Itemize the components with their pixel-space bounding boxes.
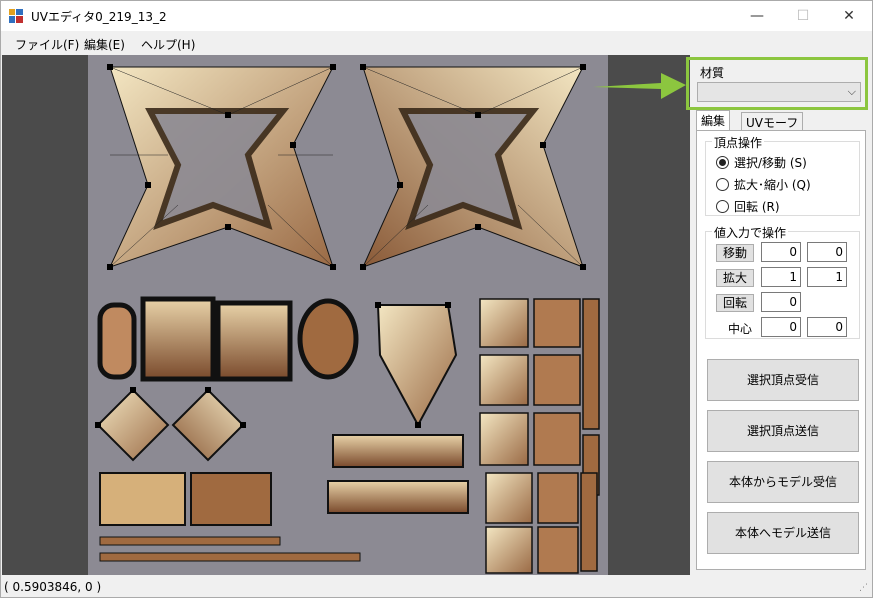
material-label: 材質 xyxy=(700,66,725,80)
uv-island-star-right xyxy=(362,66,584,268)
maximize-button[interactable]: ☐ xyxy=(780,1,826,31)
uv-texture-sheet[interactable] xyxy=(88,55,608,575)
material-select[interactable]: ⌵ xyxy=(697,82,861,102)
edit-tab-page: 頂点操作 選択/移動 (S) 拡大･縮小 (Q) 回転 (R) 値入力で操作 移… xyxy=(696,130,866,570)
minimize-icon: — xyxy=(750,8,764,24)
receive-model-button[interactable]: 本体からモデル受信 xyxy=(707,461,859,503)
app-icon xyxy=(9,9,23,23)
radio-checked-icon xyxy=(716,156,729,169)
scale-button[interactable]: 拡大 xyxy=(716,269,754,287)
tab-uv-morph[interactable]: UVモーフ xyxy=(741,112,804,130)
chevron-down-icon: ⌵ xyxy=(847,85,856,98)
rotate-input[interactable]: 0 xyxy=(761,292,801,312)
move-x-input[interactable]: 0 xyxy=(761,242,801,262)
rotate-button[interactable]: 回転 xyxy=(716,294,754,312)
vertex-operation-title: 頂点操作 xyxy=(712,134,765,151)
maximize-icon: ☐ xyxy=(796,8,810,24)
uv-mesh-drawing xyxy=(95,64,600,574)
vertex-operation-group: 頂点操作 選択/移動 (S) 拡大･縮小 (Q) 回転 (R) xyxy=(705,134,860,216)
value-input-group: 値入力で操作 移動 0 0 拡大 1 1 回転 0 中心 0 0 xyxy=(705,224,860,339)
menu-help[interactable]: ヘルプ(H) xyxy=(141,36,195,53)
uv-canvas[interactable] xyxy=(2,55,690,575)
send-selected-vertices-button[interactable]: 選択頂点送信 xyxy=(707,410,859,452)
close-button[interactable]: ✕ xyxy=(826,1,872,31)
resize-grip-icon[interactable]: ⋰ xyxy=(859,583,868,593)
radio-select-move[interactable]: 選択/移動 (S) xyxy=(716,154,807,171)
close-icon: ✕ xyxy=(843,8,855,24)
value-input-title: 値入力で操作 xyxy=(712,224,789,241)
radio-unchecked-icon xyxy=(716,200,729,213)
receive-selected-vertices-button[interactable]: 選択頂点受信 xyxy=(707,359,859,401)
move-y-input[interactable]: 0 xyxy=(807,242,847,262)
uv-island-star-left xyxy=(109,66,334,268)
center-y-input[interactable]: 0 xyxy=(807,317,847,337)
title-bar: UVエディタ0_219_13_2 — ☐ ✕ xyxy=(1,1,872,31)
radio-rotate[interactable]: 回転 (R) xyxy=(716,198,780,215)
side-panel: 材質 ⌵ 編集 UVモーフ 頂点操作 選択/移動 (S) 拡大･縮小 (Q) 回… xyxy=(686,55,872,575)
center-label: 中心 xyxy=(728,322,753,336)
menu-file[interactable]: ファイル(F) xyxy=(15,36,79,53)
move-button[interactable]: 移動 xyxy=(716,244,754,262)
status-bar: ( 0.5903846, 0 ) ⋰ xyxy=(1,577,872,597)
app-window: UVエディタ0_219_13_2 — ☐ ✕ ファイル(F) 編集(E) ヘルプ… xyxy=(0,0,873,598)
tab-edit[interactable]: 編集 xyxy=(696,110,731,131)
send-model-button[interactable]: 本体へモデル送信 xyxy=(707,512,859,554)
pointer-arrow-icon xyxy=(593,73,686,99)
window-title: UVエディタ0_219_13_2 xyxy=(31,10,167,24)
scale-x-input[interactable]: 1 xyxy=(761,267,801,287)
scale-y-input[interactable]: 1 xyxy=(807,267,847,287)
center-x-input[interactable]: 0 xyxy=(761,317,801,337)
menu-bar: ファイル(F) 編集(E) ヘルプ(H) xyxy=(1,32,872,54)
cursor-coords: ( 0.5903846, 0 ) xyxy=(4,580,102,594)
radio-scale[interactable]: 拡大･縮小 (Q) xyxy=(716,176,811,193)
menu-edit[interactable]: 編集(E) xyxy=(84,36,125,53)
uv-island-small-parts xyxy=(96,296,469,562)
minimize-button[interactable]: — xyxy=(734,1,780,31)
uv-island-tiles xyxy=(479,298,600,574)
radio-unchecked-icon xyxy=(716,178,729,191)
